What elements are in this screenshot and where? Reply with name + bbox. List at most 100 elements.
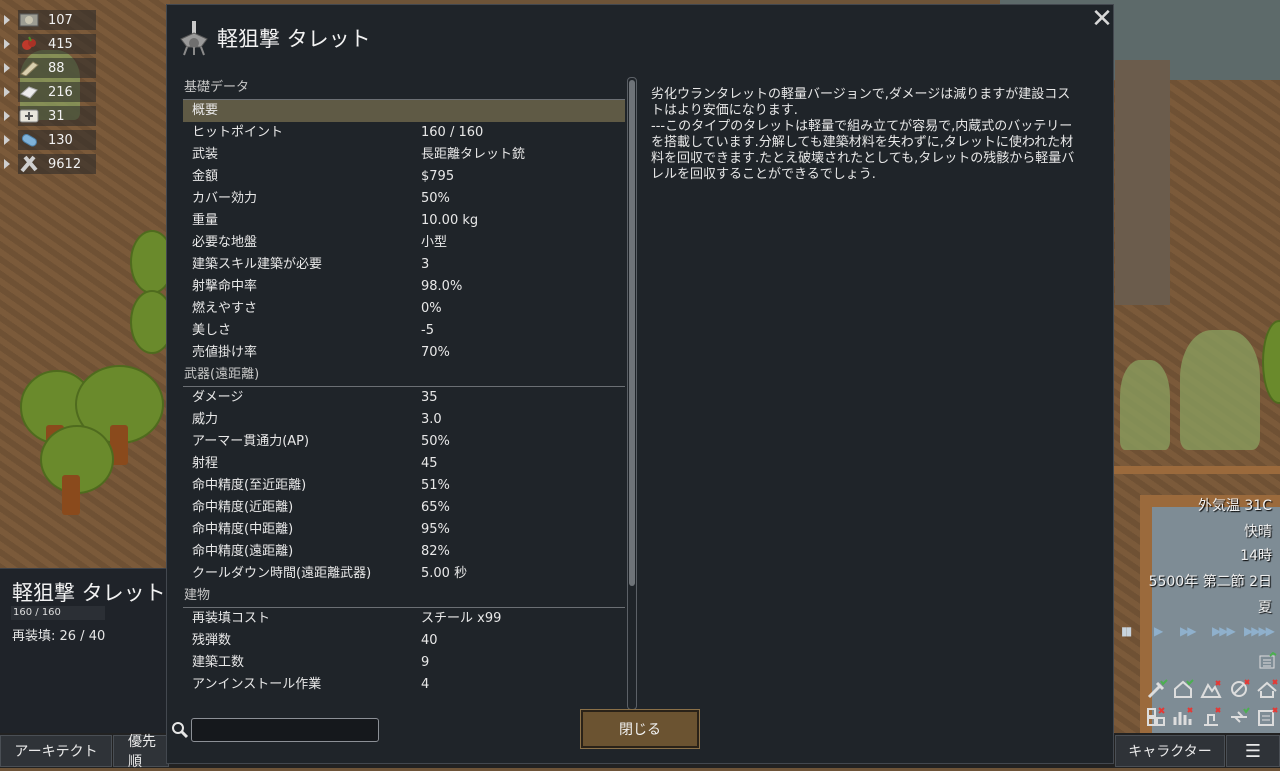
resource-row[interactable]: 216	[4, 80, 104, 104]
meal-icon	[18, 132, 40, 148]
list-check-icon[interactable]	[1256, 650, 1280, 672]
stat-value: 4	[421, 677, 430, 692]
stat-value: 160 / 160	[421, 125, 484, 140]
stat-value: 70%	[421, 345, 450, 360]
stat-label: 建築スキル建築が必要	[192, 257, 323, 272]
hammer-icon[interactable]	[1145, 678, 1169, 700]
stat-row[interactable]: カバー効力 50%	[183, 188, 625, 210]
description-panel: 劣化ウランタレットの軽量バージョンで,ダメージは減りますが建設コストはより安価に…	[651, 87, 1081, 183]
rock-terrain	[1115, 60, 1170, 305]
grass-patch	[1180, 330, 1260, 450]
scrollbar-thumb[interactable]	[629, 80, 635, 586]
stat-value: -5	[421, 323, 434, 338]
overlay-toggles	[1143, 650, 1280, 730]
stat-value: スチール x99	[421, 611, 502, 626]
home-zone-icon[interactable]	[1171, 678, 1195, 700]
stat-label: 命中精度(遠距離)	[192, 544, 294, 559]
expand-caret-icon[interactable]	[4, 63, 10, 73]
stat-row[interactable]: 命中精度(至近距離) 51%	[183, 475, 625, 497]
category-header: 武器(遠距離)	[183, 364, 625, 387]
resource-row[interactable]: 31	[4, 104, 104, 128]
stat-row[interactable]: ダメージ 35	[183, 387, 625, 409]
resource-count: 415	[48, 36, 73, 52]
stat-row[interactable]: 売値掛け率 70%	[183, 342, 625, 364]
character-tab-button[interactable]: キャラクター	[1115, 735, 1225, 767]
berries-icon	[18, 36, 40, 52]
reload-status: 再装填: 26 / 40	[12, 629, 106, 644]
priority-tab-button[interactable]: 優先順	[113, 734, 169, 770]
resource-row[interactable]: 9612	[4, 152, 104, 176]
stat-row[interactable]: 重量 10.00 kg	[183, 210, 625, 232]
stat-row[interactable]: 建築工数 9	[183, 652, 625, 674]
stat-value: 65%	[421, 500, 450, 515]
beauty-chart-icon[interactable]	[1171, 706, 1195, 728]
stat-row[interactable]: アーマー貫通力(AP) 50%	[183, 431, 625, 453]
stat-row[interactable]: アンインストール作業 4	[183, 674, 625, 696]
stat-row[interactable]: 燃えやすさ 0%	[183, 298, 625, 320]
expand-caret-icon[interactable]	[4, 159, 10, 169]
stat-row[interactable]: 武装 長距離タレット銃	[183, 144, 625, 166]
turret-icon	[177, 19, 211, 57]
stat-row[interactable]: クールダウン時間(遠距離武器) 5.00 秒	[183, 563, 625, 585]
resource-count: 88	[48, 60, 65, 76]
speed-4-button[interactable]: ▶▶▶▶	[1244, 624, 1275, 638]
architect-tab-button[interactable]: アーキテクト	[0, 735, 112, 767]
grass-patch	[1120, 360, 1170, 450]
stat-label: ダメージ	[192, 390, 244, 405]
stat-row[interactable]: 概要	[183, 100, 625, 122]
dialog-title: 軽狙撃 タレット	[217, 27, 371, 51]
stat-row[interactable]: 射撃命中率 98.0%	[183, 276, 625, 298]
stat-label: 重量	[192, 213, 219, 228]
hp-bar: 160 / 160	[11, 606, 105, 620]
close-button[interactable]: 閉じる	[580, 709, 700, 749]
auto-rebuild-icon[interactable]	[1227, 706, 1251, 728]
stat-row[interactable]: 命中精度(近距離) 65%	[183, 497, 625, 519]
expand-caret-icon[interactable]	[4, 15, 10, 25]
stat-row[interactable]: ヒットポイント 160 / 160	[183, 122, 625, 144]
stat-row[interactable]: 必要な地盤 小型	[183, 232, 625, 254]
expand-caret-icon[interactable]	[4, 111, 10, 121]
close-icon[interactable]: ✕	[1090, 6, 1114, 32]
stat-label: 射程	[192, 456, 219, 471]
speed-1-button[interactable]: ▶	[1154, 624, 1163, 638]
resource-row[interactable]: 88	[4, 56, 104, 80]
resource-list: 107 415 88 216 31 130 9612	[4, 8, 104, 176]
expand-caret-icon[interactable]	[4, 135, 10, 145]
steel-icon	[18, 155, 40, 173]
stat-value: 95%	[421, 522, 450, 537]
expand-caret-icon[interactable]	[4, 87, 10, 97]
expand-caret-icon[interactable]	[4, 39, 10, 49]
stat-value: 小型	[421, 235, 448, 250]
speed-2-button[interactable]: ▶▶	[1180, 624, 1197, 638]
stat-row[interactable]: 美しさ -5	[183, 320, 625, 342]
terrain-icon[interactable]	[1199, 678, 1223, 700]
stat-label: 射撃命中率	[192, 279, 258, 294]
stats-list[interactable]: 基礎データ 概要 ヒットポイント 160 / 160 武装 長距離タレット銃 金額 $…	[183, 77, 625, 713]
menu-icon[interactable]: ☰	[1226, 735, 1280, 767]
pause-button[interactable]: ▮▮	[1121, 624, 1132, 638]
stat-row[interactable]: 建築スキル建築が必要 3	[183, 254, 625, 276]
stat-label: カバー効力	[192, 191, 258, 206]
stat-value: 9	[421, 655, 430, 670]
resource-row[interactable]: 130	[4, 128, 104, 152]
lighting-icon[interactable]	[1255, 706, 1279, 728]
search-input[interactable]	[191, 718, 379, 742]
stat-row[interactable]: 金額 $795	[183, 166, 625, 188]
stat-row[interactable]: 残弾数 40	[183, 630, 625, 652]
silver-icon	[18, 12, 40, 28]
resource-row[interactable]: 415	[4, 32, 104, 56]
stat-row[interactable]: 射程 45	[183, 453, 625, 475]
stat-row[interactable]: 威力 3.0	[183, 409, 625, 431]
category-header: 建物	[183, 585, 625, 608]
stats-scrollbar[interactable]	[627, 77, 637, 710]
forbidden-icon[interactable]	[1227, 678, 1251, 700]
roof-icon[interactable]	[1255, 678, 1279, 700]
stat-row[interactable]: 再装填コスト スチール x99	[183, 608, 625, 630]
stat-row[interactable]: 命中精度(遠距離) 82%	[183, 541, 625, 563]
resource-row[interactable]: 107	[4, 8, 104, 32]
speed-3-button[interactable]: ▶▶▶	[1212, 624, 1236, 638]
stat-label: 必要な地盤	[192, 235, 258, 250]
stat-row[interactable]: 命中精度(中距離) 95%	[183, 519, 625, 541]
fertility-icon[interactable]	[1199, 706, 1223, 728]
grid-icon[interactable]	[1145, 706, 1169, 728]
